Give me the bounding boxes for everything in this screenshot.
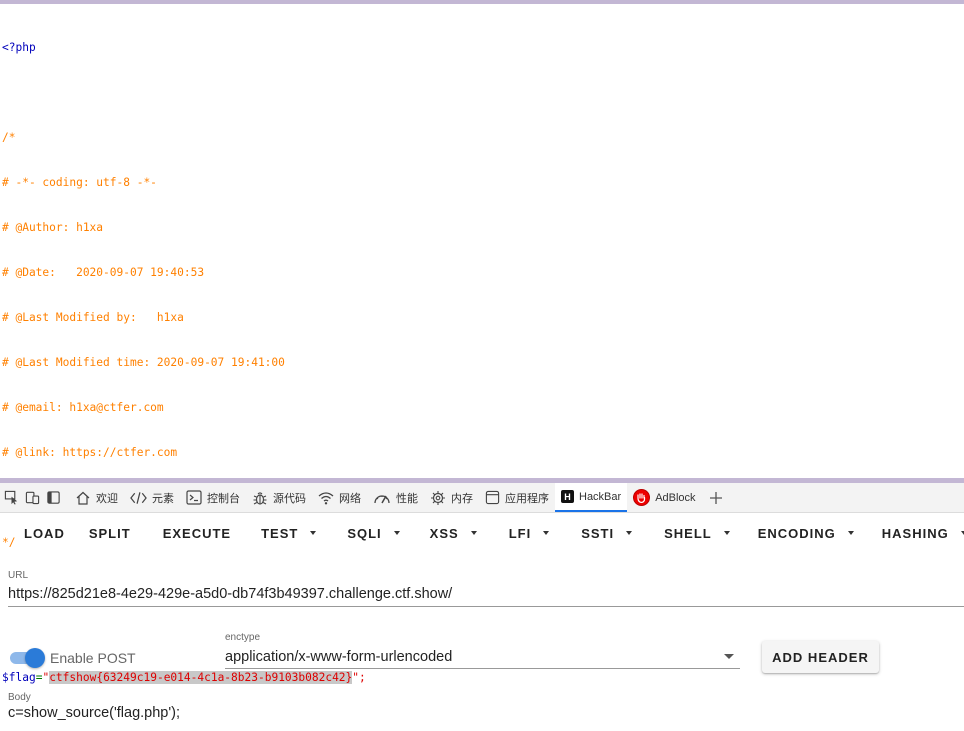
- tab-console[interactable]: 控制台: [180, 483, 246, 512]
- chevron-down-icon: [470, 531, 477, 535]
- toggle-sidebar-icon[interactable]: [43, 487, 63, 509]
- tab-memory[interactable]: 内存: [424, 483, 479, 512]
- shell-dropdown[interactable]: SHELL: [650, 513, 748, 553]
- body-input[interactable]: c=show_source('flag.php');: [8, 705, 958, 727]
- php-open-tag: <?php: [2, 41, 36, 54]
- close-quote: ";: [352, 671, 366, 684]
- url-label: URL: [8, 570, 29, 581]
- tab-welcome[interactable]: 欢迎: [69, 483, 124, 512]
- lfi-dropdown[interactable]: LFI: [495, 513, 568, 553]
- chevron-down-icon: [310, 531, 317, 535]
- split-button[interactable]: SPLIT: [81, 513, 149, 553]
- tab-label: 源代码: [273, 492, 306, 505]
- comment-line: # @email: h1xa@ctfer.com: [2, 401, 164, 414]
- enable-post-toggle[interactable]: [10, 648, 45, 668]
- sqli-dropdown[interactable]: SQLI: [337, 513, 417, 553]
- comment-line: # @Date: 2020-09-07 19:40:53: [2, 266, 205, 279]
- hackbar-toolbar: LOAD SPLIT EXECUTE TEST SQLI XSS LFI SST…: [0, 513, 964, 553]
- ssti-dropdown[interactable]: SSTI: [567, 513, 650, 553]
- tab-label: 元素: [152, 492, 174, 505]
- flag-value-selected[interactable]: ctfshow{63249c19-e014-4c1a-8b23-b9103b08…: [49, 671, 353, 684]
- comment-line: # @link: https://ctfer.com: [2, 446, 178, 459]
- enctype-label: enctype: [225, 632, 261, 643]
- tab-label: 内存: [451, 492, 473, 505]
- top-border: [0, 0, 964, 4]
- chevron-down-icon: [847, 531, 854, 535]
- tab-label: 性能: [396, 492, 418, 505]
- tab-hackbar[interactable]: H HackBar: [555, 483, 628, 512]
- enctype-value: application/x-www-form-urlencoded: [225, 649, 453, 665]
- enable-post-label: Enable POST: [50, 650, 136, 666]
- enctype-select[interactable]: application/x-www-form-urlencoded: [225, 645, 740, 669]
- tab-adblock[interactable]: AdBlock: [627, 483, 701, 512]
- comment-line: # -*- coding: utf-8 -*-: [2, 176, 157, 189]
- memory-chip-icon: [431, 490, 445, 505]
- chevron-down-icon: [724, 654, 734, 659]
- tab-label: 控制台: [207, 492, 240, 505]
- device-emulation-icon[interactable]: [22, 487, 42, 509]
- tab-label: AdBlock: [655, 491, 696, 504]
- load-button[interactable]: LOAD: [0, 513, 81, 553]
- add-header-button[interactable]: ADD HEADER: [762, 641, 879, 673]
- tab-label: 网络: [339, 492, 361, 505]
- hashing-dropdown[interactable]: HASHING: [872, 513, 964, 553]
- tab-label: 应用程序: [505, 492, 549, 505]
- devtools-tab-bar: 欢迎 元素 控制台 源代码 网络 性能 内存 应用程序 H HackBar Ad…: [0, 483, 964, 513]
- toggle-knob: [25, 648, 45, 668]
- comment-line: # @Last Modified by: h1xa: [2, 311, 184, 324]
- chevron-down-icon: [626, 531, 633, 535]
- tab-label: 欢迎: [96, 492, 118, 505]
- comment-line: # @Last Modified time: 2020-09-07 19:41:…: [2, 356, 285, 369]
- test-dropdown[interactable]: TEST: [249, 513, 325, 553]
- chevron-down-icon: [393, 531, 400, 535]
- encoding-dropdown[interactable]: ENCODING: [748, 513, 872, 553]
- url-input[interactable]: [8, 582, 964, 607]
- home-icon: [76, 491, 90, 505]
- hackbar-logo-icon: H: [561, 490, 574, 503]
- code-icon: [130, 491, 147, 504]
- xss-dropdown[interactable]: XSS: [418, 513, 495, 553]
- console-icon: [186, 490, 202, 505]
- tab-elements[interactable]: 元素: [124, 483, 180, 512]
- tab-label: HackBar: [579, 490, 622, 503]
- bug-icon: [253, 491, 267, 505]
- chevron-down-icon: [723, 531, 730, 535]
- inspect-element-icon[interactable]: [1, 487, 21, 509]
- tab-application[interactable]: 应用程序: [479, 483, 555, 512]
- gauge-icon: [374, 494, 390, 503]
- wifi-icon: [318, 491, 334, 504]
- tab-performance[interactable]: 性能: [367, 483, 424, 512]
- add-tab-icon[interactable]: [706, 487, 726, 509]
- tab-sources[interactable]: 源代码: [246, 483, 312, 512]
- comment-line: /*: [2, 131, 16, 144]
- comment-line: # @Author: h1xa: [2, 221, 104, 234]
- chevron-down-icon: [543, 531, 550, 535]
- adblock-hand-icon: [633, 489, 651, 506]
- app-window-icon: [485, 490, 500, 505]
- flag-variable: $flag: [2, 671, 36, 684]
- body-label: Body: [8, 692, 31, 703]
- execute-button[interactable]: EXECUTE: [149, 513, 249, 553]
- tab-network[interactable]: 网络: [312, 483, 367, 512]
